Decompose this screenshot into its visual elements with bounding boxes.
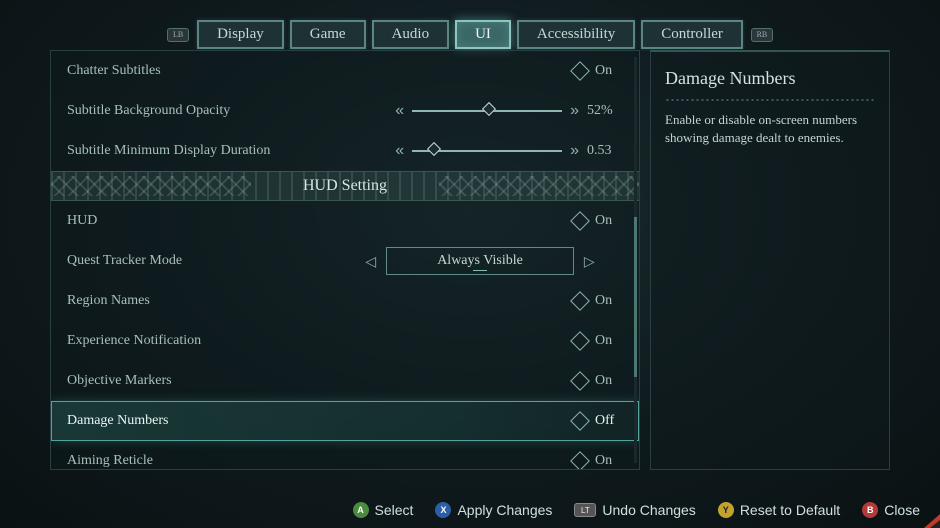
setting-label: Quest Tracker Mode — [67, 253, 317, 269]
slider-thumb[interactable] — [427, 142, 441, 156]
setting-row[interactable]: Region Names On — [51, 281, 639, 321]
tab-controller[interactable]: Controller — [641, 20, 743, 49]
tabset: DisplayGameAudioUIAccessibilityControlle… — [197, 20, 743, 49]
selector-value[interactable]: Always Visible — [386, 247, 574, 275]
diamond-icon[interactable] — [570, 331, 590, 351]
prompt-select: A Select — [353, 502, 414, 518]
arrow-right-icon[interactable]: » — [570, 102, 579, 120]
prompt-select-label: Select — [375, 502, 414, 518]
setting-label: HUD — [67, 213, 317, 229]
toggle-value: On — [595, 453, 623, 469]
tab-bar: LB DisplayGameAudioUIAccessibilityContro… — [0, 20, 940, 49]
arrow-right-icon[interactable]: » — [570, 142, 579, 160]
diamond-icon[interactable] — [570, 411, 590, 431]
setting-row[interactable]: Subtitle Minimum Display Duration«»0.53 — [51, 131, 639, 171]
setting-row[interactable]: Quest Tracker Mode ◁ Always Visible ▷ — [51, 241, 639, 281]
info-panel: Damage Numbers Enable or disable on-scre… — [650, 50, 890, 470]
rb-bumper-icon[interactable]: RB — [751, 28, 773, 42]
settings-panel: Chatter Subtitles On Subtitle Background O… — [50, 50, 640, 470]
setting-label: Subtitle Minimum Display Duration — [67, 143, 317, 159]
info-title: Damage Numbers — [651, 52, 889, 99]
setting-row[interactable]: Chatter Subtitles On — [51, 51, 639, 91]
tab-audio[interactable]: Audio — [372, 20, 450, 49]
selector[interactable]: ◁ Always Visible ▷ — [337, 247, 623, 275]
setting-row[interactable]: Aiming Reticle On — [51, 441, 639, 470]
setting-label: Damage Numbers — [67, 413, 317, 429]
setting-label: Objective Markers — [67, 373, 317, 389]
prompt-reset: Y Reset to Default — [718, 502, 840, 518]
slider[interactable]: «» — [395, 102, 579, 120]
setting-row[interactable]: Damage Numbers Off — [51, 401, 639, 441]
toggle-value: On — [595, 293, 623, 309]
setting-row[interactable]: Experience Notification On — [51, 321, 639, 361]
setting-label: Experience Notification — [67, 333, 317, 349]
underline-icon — [473, 270, 487, 272]
prompt-apply-label: Apply Changes — [457, 502, 552, 518]
prompt-apply: X Apply Changes — [435, 502, 552, 518]
lt-button-icon: LT — [574, 503, 596, 517]
tab-ui[interactable]: UI — [455, 20, 511, 49]
prompt-reset-label: Reset to Default — [740, 502, 840, 518]
scrollbar-thumb[interactable] — [634, 217, 637, 377]
triangle-left-icon[interactable]: ◁ — [365, 253, 376, 270]
slider-value: 52% — [587, 103, 623, 119]
toggle-value: On — [595, 333, 623, 349]
corner-flag-icon — [912, 506, 940, 528]
diamond-icon[interactable] — [570, 371, 590, 391]
tab-display[interactable]: Display — [197, 20, 284, 49]
setting-control: «»52% — [317, 102, 623, 120]
setting-control: On — [317, 373, 623, 389]
b-button-icon: B — [862, 502, 878, 518]
toggle-value: On — [595, 63, 623, 79]
scrollbar-track[interactable] — [634, 57, 637, 463]
slider-thumb[interactable] — [482, 102, 496, 116]
setting-control: On — [317, 213, 623, 229]
setting-control: ◁ Always Visible ▷ — [317, 247, 623, 275]
setting-label: Region Names — [67, 293, 317, 309]
setting-row[interactable]: Subtitle Background Opacity«»52% — [51, 91, 639, 131]
slider[interactable]: «» — [395, 142, 579, 160]
toggle-value: On — [595, 373, 623, 389]
slider-value: 0.53 — [587, 143, 623, 159]
setting-label: Aiming Reticle — [67, 453, 317, 469]
y-button-icon: Y — [718, 502, 734, 518]
setting-row[interactable]: HUD On — [51, 201, 639, 241]
diamond-icon[interactable] — [570, 291, 590, 311]
tab-accessibility[interactable]: Accessibility — [517, 20, 635, 49]
toggle-value: Off — [595, 413, 623, 429]
toggle-value: On — [595, 213, 623, 229]
setting-label: Chatter Subtitles — [67, 63, 317, 79]
arrow-left-icon[interactable]: « — [395, 142, 404, 160]
setting-control: «»0.53 — [317, 142, 623, 160]
section-header: HUD Setting — [51, 171, 639, 201]
setting-control: Off — [317, 413, 623, 429]
diamond-icon[interactable] — [570, 211, 590, 231]
setting-label: Subtitle Background Opacity — [67, 103, 317, 119]
arrow-left-icon[interactable]: « — [395, 102, 404, 120]
slider-track[interactable] — [412, 150, 562, 152]
setting-control: On — [317, 63, 623, 79]
prompt-undo: LT Undo Changes — [574, 502, 695, 518]
info-description: Enable or disable on-screen numbers show… — [651, 111, 889, 146]
setting-control: On — [317, 453, 623, 469]
diamond-icon[interactable] — [570, 451, 590, 470]
setting-control: On — [317, 293, 623, 309]
slider-track[interactable] — [412, 110, 562, 112]
x-button-icon: X — [435, 502, 451, 518]
a-button-icon: A — [353, 502, 369, 518]
setting-row[interactable]: Objective Markers On — [51, 361, 639, 401]
divider-icon — [665, 99, 875, 101]
tab-game[interactable]: Game — [290, 20, 366, 49]
footer-prompts: A Select X Apply Changes LT Undo Changes… — [0, 502, 920, 518]
lb-bumper-icon[interactable]: LB — [167, 28, 189, 42]
setting-control: On — [317, 333, 623, 349]
triangle-right-icon[interactable]: ▷ — [584, 253, 595, 270]
diamond-icon[interactable] — [570, 61, 590, 81]
prompt-undo-label: Undo Changes — [602, 502, 695, 518]
